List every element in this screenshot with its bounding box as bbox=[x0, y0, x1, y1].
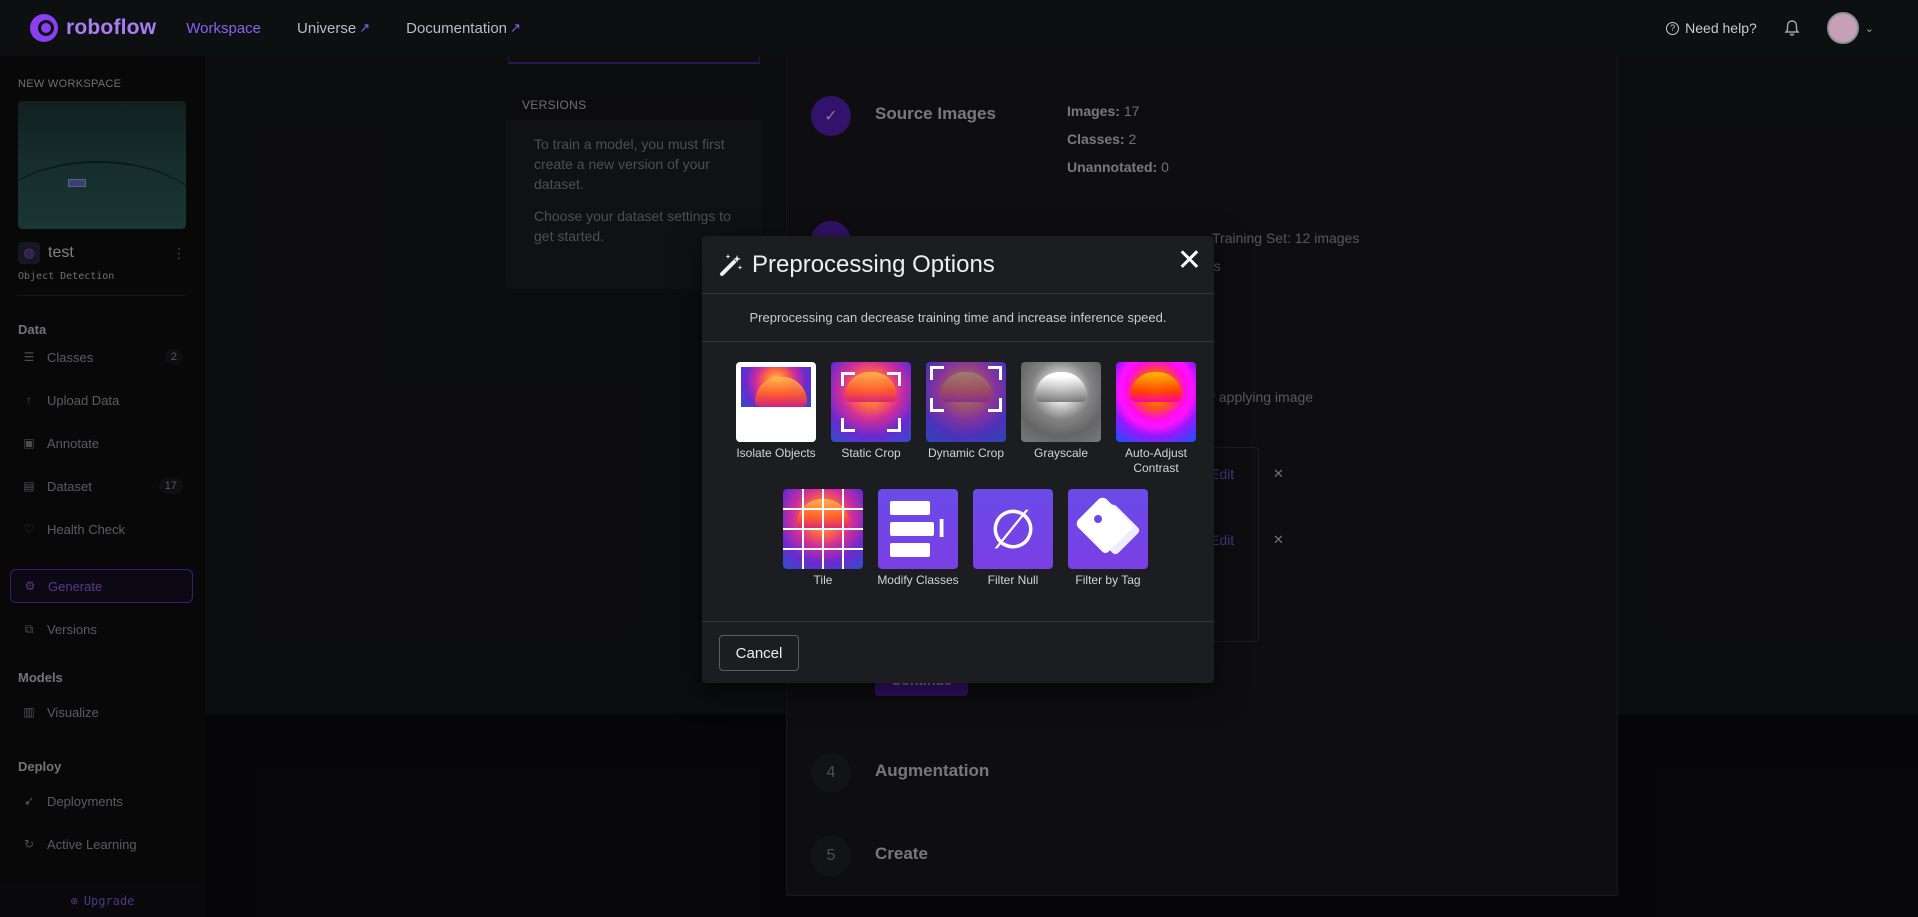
option-label: Dynamic Crop bbox=[927, 446, 1005, 460]
roboflow-logo-icon bbox=[30, 14, 58, 42]
nav-documentation[interactable]: Documentation ↗ bbox=[406, 20, 521, 37]
magic-wand-icon bbox=[718, 252, 744, 278]
empty-set-symbol: ∅ bbox=[989, 499, 1037, 560]
help-label: Need help? bbox=[1685, 20, 1757, 36]
option-label: Modify Classes bbox=[877, 573, 959, 587]
nav-workspace-label: Workspace bbox=[186, 19, 262, 37]
tag-hole bbox=[1094, 515, 1102, 523]
magic-wand-svg bbox=[720, 253, 743, 276]
chevron-down-icon: ⌄ bbox=[1864, 22, 1874, 35]
jellyfish-image bbox=[741, 367, 811, 407]
tile-grid bbox=[783, 489, 863, 569]
dynamic-crop-icon bbox=[926, 362, 1006, 442]
option-filter-null[interactable]: ∅ Filter Null bbox=[968, 489, 1058, 588]
option-label: Static Crop bbox=[841, 446, 901, 460]
option-label: Auto-Adjust Contrast bbox=[1124, 446, 1188, 475]
nav-universe[interactable]: Universe ↗ bbox=[297, 20, 370, 37]
filter-null-icon: ∅ bbox=[973, 489, 1053, 569]
nav-workspace[interactable]: Workspace bbox=[186, 20, 261, 37]
modify-classes-icon: I bbox=[878, 489, 958, 569]
crop-corners bbox=[841, 372, 901, 432]
option-label: Isolate Objects bbox=[736, 446, 816, 460]
option-label: Filter Null bbox=[987, 573, 1039, 587]
grayscale-icon bbox=[1021, 362, 1101, 442]
bell-svg bbox=[1784, 20, 1800, 36]
option-grayscale[interactable]: Grayscale bbox=[1016, 362, 1106, 461]
top-navigation-bar: roboflow Workspace Universe ↗ Documentati… bbox=[0, 0, 1918, 56]
roboflow-logo[interactable]: roboflow bbox=[30, 14, 156, 42]
filter-tag-icon bbox=[1068, 489, 1148, 569]
option-modify-classes[interactable]: I Modify Classes bbox=[873, 489, 963, 588]
isolate-crop bbox=[741, 367, 811, 407]
external-link-icon: ↗ bbox=[359, 20, 371, 35]
cancel-button[interactable]: Cancel bbox=[719, 635, 799, 671]
option-filter-by-tag[interactable]: Filter by Tag bbox=[1063, 489, 1153, 588]
jellyfish-image-contrast bbox=[1116, 362, 1196, 442]
help-button[interactable]: ? Need help? bbox=[1666, 20, 1757, 36]
isolate-objects-icon bbox=[736, 362, 816, 442]
option-label: Grayscale bbox=[1033, 446, 1089, 460]
bell-icon[interactable] bbox=[1783, 19, 1801, 37]
user-menu[interactable]: ⌄ bbox=[1826, 12, 1874, 44]
avatar bbox=[1826, 12, 1859, 44]
close-icon[interactable]: ✕ bbox=[1177, 246, 1202, 276]
external-link-icon: ↗ bbox=[510, 20, 521, 35]
tile-icon bbox=[783, 489, 863, 569]
main-nav: Workspace Universe ↗ Documentation ↗ bbox=[186, 20, 521, 37]
option-tile[interactable]: Tile bbox=[778, 489, 868, 588]
modal-subtitle: Preprocessing can decrease training time… bbox=[702, 294, 1214, 342]
nav-universe-label: Universe bbox=[297, 19, 357, 37]
question-circle-icon: ? bbox=[1666, 21, 1680, 35]
top-right-actions: ? Need help? ⌄ bbox=[1666, 12, 1874, 44]
option-label: Filter by Tag bbox=[1075, 573, 1141, 587]
modal-header: Preprocessing Options ✕ bbox=[702, 236, 1214, 294]
option-isolate-objects[interactable]: Isolate Objects bbox=[731, 362, 821, 461]
option-static-crop[interactable]: Static Crop bbox=[826, 362, 916, 461]
text-cursor-icon: I bbox=[938, 513, 946, 543]
modal-footer: Cancel bbox=[702, 621, 1214, 683]
static-crop-icon bbox=[831, 362, 911, 442]
option-auto-adjust-contrast[interactable]: Auto-Adjust Contrast bbox=[1111, 362, 1201, 476]
option-dynamic-crop[interactable]: Dynamic Crop bbox=[921, 362, 1011, 461]
crop-corners bbox=[930, 366, 1002, 412]
jellyfish-image-grayscale bbox=[1021, 362, 1101, 442]
modal-title: Preprocessing Options bbox=[752, 250, 995, 278]
logo-text: roboflow bbox=[66, 16, 157, 39]
auto-contrast-icon bbox=[1116, 362, 1196, 442]
preprocessing-modal: Preprocessing Options ✕ Preprocessing ca… bbox=[702, 236, 1214, 683]
option-label: Tile bbox=[813, 573, 833, 587]
nav-documentation-label: Documentation bbox=[406, 19, 508, 37]
